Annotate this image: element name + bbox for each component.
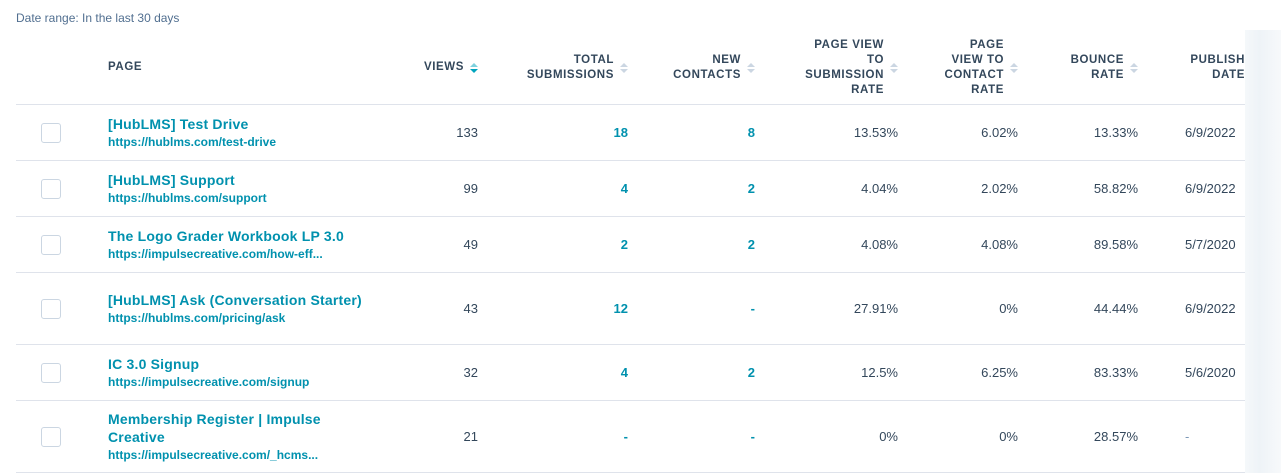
column-header-total-submissions[interactable]: TOTAL SUBMISSIONS	[496, 30, 628, 105]
pv-contact-rate-cell: 6.02%	[981, 125, 1018, 140]
new-contacts-cell[interactable]: 2	[636, 345, 755, 400]
column-header-pv-submission-rate[interactable]: PAGE VIEW TO SUBMISSION RATE	[776, 30, 898, 105]
column-header-label: PAGE VIEW TO SUBMISSION RATE	[805, 38, 884, 96]
page-url-link[interactable]: https://hublms.com/support	[108, 190, 368, 206]
publish-date-cell: -	[1185, 429, 1190, 444]
views-cell: 43	[463, 301, 478, 316]
bounce-rate-cell: 44.44%	[1093, 301, 1138, 316]
page-url-link[interactable]: https://hublms.com/test-drive	[108, 134, 368, 150]
publish-date-cell: 5/7/2020	[1185, 237, 1236, 252]
scroll-shadow	[1245, 30, 1281, 473]
column-header-label: PAGE VIEW TO CONTACT RATE	[944, 38, 1004, 96]
submissions-cell: -	[623, 429, 628, 444]
column-header-page[interactable]: PAGE	[108, 30, 228, 105]
column-header-label: PUBLISH DATE	[1190, 53, 1245, 81]
page-cell: The Logo Grader Workbook LP 3.0 https://…	[108, 217, 368, 272]
table-header: PAGE VIEWS TOTAL SUBMISSIONS NEW CONTACT…	[16, 30, 1245, 105]
views-cell: 21	[463, 429, 478, 444]
pv-submission-rate-cell: 27.91%	[853, 301, 898, 316]
submissions-cell[interactable]: 4	[496, 345, 628, 400]
pv-submission-rate-cell: 4.08%	[861, 237, 898, 252]
date-range-label: Date range: In the last 30 days	[16, 11, 180, 25]
column-header-views[interactable]: VIEWS	[356, 30, 478, 105]
column-header-pv-contact-rate[interactable]: PAGE VIEW TO CONTACT RATE	[906, 30, 1018, 105]
column-header-new-contacts[interactable]: NEW CONTACTS	[636, 30, 755, 105]
publish-date-cell: 6/9/2022	[1185, 181, 1236, 196]
page-title-link[interactable]: [HubLMS] Ask (Conversation Starter)	[108, 291, 368, 309]
page-url-link[interactable]: https://impulsecreative.com/how-eff...	[108, 246, 368, 262]
pv-contact-rate-cell: 0%	[999, 301, 1018, 316]
page-cell: [HubLMS] Ask (Conversation Starter) http…	[108, 273, 368, 344]
views-cell: 32	[463, 365, 478, 380]
bounce-rate-cell: 28.57%	[1093, 429, 1138, 444]
pages-table: PAGE VIEWS TOTAL SUBMISSIONS NEW CONTACT…	[16, 30, 1245, 473]
publish-date-cell: 5/6/2020	[1185, 365, 1236, 380]
views-cell: 49	[463, 237, 478, 252]
sort-icon	[620, 62, 628, 73]
pv-contact-rate-cell: 2.02%	[981, 181, 1018, 196]
page-cell: IC 3.0 Signup https://impulsecreative.co…	[108, 345, 368, 400]
column-header-bounce-rate[interactable]: BOUNCE RATE	[1026, 30, 1138, 105]
pv-submission-rate-cell: 12.5%	[861, 365, 898, 380]
sort-icon	[1010, 62, 1018, 73]
page-url-link[interactable]: https://impulsecreative.com/signup	[108, 374, 368, 390]
bounce-rate-cell: 83.33%	[1093, 365, 1138, 380]
column-header-label: TOTAL SUBMISSIONS	[526, 53, 614, 81]
page-title-link[interactable]: The Logo Grader Workbook LP 3.0	[108, 227, 368, 245]
submissions-cell[interactable]: 12	[496, 273, 628, 344]
row-checkbox[interactable]	[41, 363, 61, 383]
new-contacts-cell[interactable]: 2	[636, 161, 755, 216]
page-title-link[interactable]: [HubLMS] Test Drive	[108, 115, 368, 133]
row-checkbox[interactable]	[41, 427, 61, 447]
row-checkbox[interactable]	[41, 179, 61, 199]
table-row: [HubLMS] Support https://hublms.com/supp…	[16, 161, 1245, 217]
row-checkbox[interactable]	[41, 235, 61, 255]
table-row: The Logo Grader Workbook LP 3.0 https://…	[16, 217, 1245, 273]
sort-icon	[890, 62, 898, 73]
page-cell: [HubLMS] Support https://hublms.com/supp…	[108, 161, 368, 216]
page-title-link[interactable]: IC 3.0 Signup	[108, 355, 368, 373]
submissions-cell[interactable]: 4	[496, 161, 628, 216]
table-row: [HubLMS] Ask (Conversation Starter) http…	[16, 273, 1245, 345]
page-cell: [HubLMS] Test Drive https://hublms.com/t…	[108, 105, 368, 160]
page-title-link[interactable]: Membership Register | Impulse Creative	[108, 410, 368, 446]
views-cell: 133	[456, 125, 478, 140]
submissions-cell[interactable]: 18	[496, 105, 628, 160]
pv-submission-rate-cell: 4.04%	[861, 181, 898, 196]
page-url-link[interactable]: https://hublms.com/pricing/ask	[108, 310, 368, 326]
bounce-rate-cell: 89.58%	[1093, 237, 1138, 252]
new-contacts-cell[interactable]: 8	[636, 105, 755, 160]
column-header-label: BOUNCE RATE	[1070, 53, 1124, 81]
sort-icon	[470, 62, 478, 73]
publish-date-cell: 6/9/2022	[1185, 125, 1236, 140]
new-contacts-cell[interactable]: 2	[636, 217, 755, 272]
column-header-label: NEW CONTACTS	[673, 53, 741, 81]
pv-contact-rate-cell: 4.08%	[981, 237, 1018, 252]
page-title-link[interactable]: [HubLMS] Support	[108, 171, 368, 189]
submissions-cell[interactable]: 2	[496, 217, 628, 272]
new-contacts-cell: -	[750, 301, 755, 316]
row-checkbox[interactable]	[41, 123, 61, 143]
table-row: IC 3.0 Signup https://impulsecreative.co…	[16, 345, 1245, 401]
table-row: [HubLMS] Test Drive https://hublms.com/t…	[16, 105, 1245, 161]
new-contacts-cell: -	[750, 429, 755, 444]
pv-submission-rate-cell: 13.53%	[853, 125, 898, 140]
scroll-shadow-top	[1245, 0, 1281, 30]
page-url-link[interactable]: https://impulsecreative.com/_hcms...	[108, 447, 368, 463]
pv-submission-rate-cell: 0%	[879, 429, 898, 444]
table-row: Membership Register | Impulse Creative h…	[16, 401, 1245, 473]
sort-icon	[747, 62, 755, 73]
column-header-publish-date[interactable]: PUBLISH DATE	[1156, 30, 1245, 105]
sort-icon	[1130, 62, 1138, 73]
row-checkbox[interactable]	[41, 299, 61, 319]
bounce-rate-cell: 58.82%	[1093, 181, 1138, 196]
pv-contact-rate-cell: 6.25%	[981, 365, 1018, 380]
pv-contact-rate-cell: 0%	[999, 429, 1018, 444]
views-cell: 99	[463, 181, 478, 196]
page-cell: Membership Register | Impulse Creative h…	[108, 401, 368, 472]
bounce-rate-cell: 13.33%	[1093, 125, 1138, 140]
publish-date-cell: 6/9/2022	[1185, 301, 1236, 316]
